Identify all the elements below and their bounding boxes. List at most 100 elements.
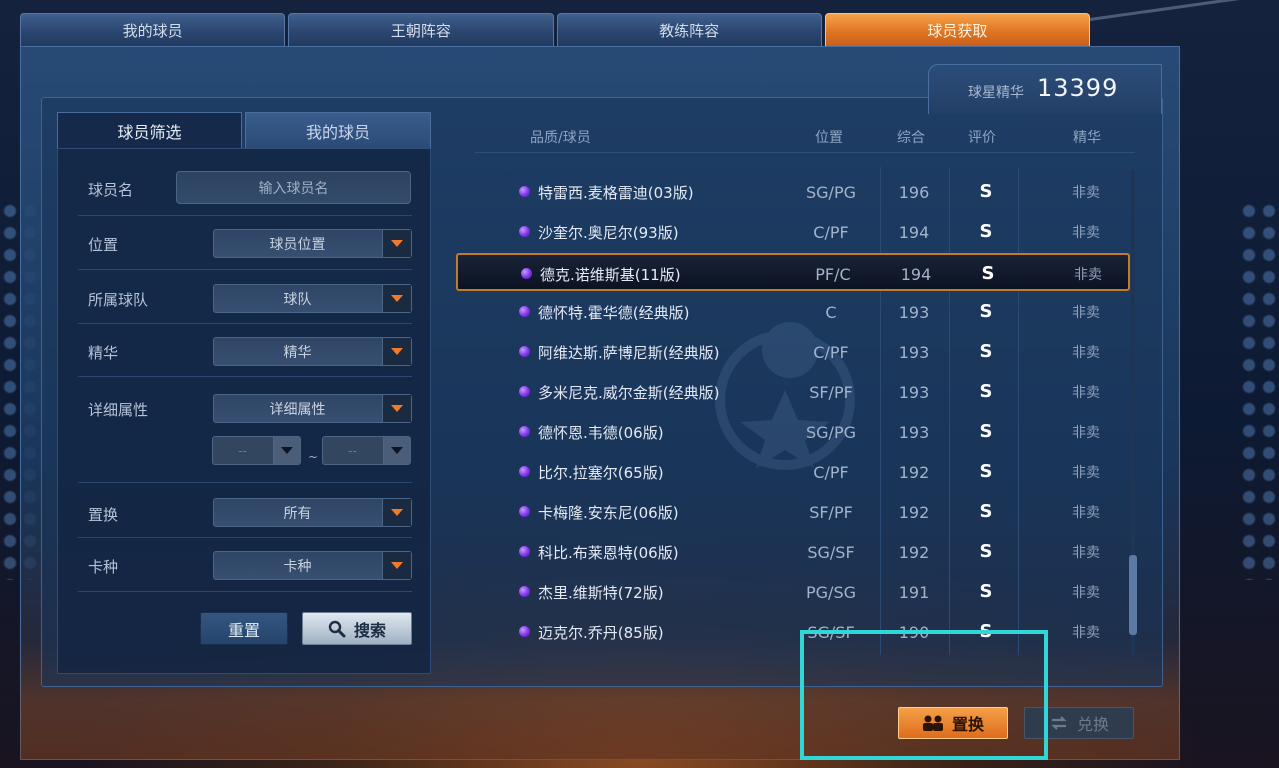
table-row[interactable]: 比尔.拉塞尔(65版) C/PF 192 S 非卖 <box>456 453 1130 491</box>
player-name: 阿维达斯.萨博尼斯(经典版) <box>538 344 720 362</box>
chevron-down-icon[interactable] <box>382 230 411 257</box>
scrollbar-thumb[interactable] <box>1129 555 1137 635</box>
player-name: 比尔.拉塞尔(65版) <box>538 464 664 482</box>
header-essence: 精华 <box>1073 130 1101 146</box>
player-overall: 193 <box>898 383 930 402</box>
attribute-min-value: -- <box>238 443 247 458</box>
table-row[interactable]: 多米尼克.威尔金斯(经典版) SF/PF 193 S 非卖 <box>456 373 1130 411</box>
range-separator: ~ <box>308 450 319 464</box>
player-rating: S <box>979 541 993 562</box>
header-divider <box>475 152 1135 153</box>
player-overall: 193 <box>898 423 930 442</box>
replace-dropdown[interactable]: 所有 <box>213 498 412 527</box>
player-position: SG/PG <box>806 183 856 202</box>
player-rating: S <box>979 461 993 482</box>
search-button[interactable]: 搜索 <box>302 612 412 645</box>
table-row[interactable]: 科比.布莱恩特(06版) SG/SF 192 S 非卖 <box>456 533 1130 571</box>
player-name-input[interactable]: 输入球员名 <box>176 171 411 204</box>
player-essence: 非卖 <box>1074 267 1102 283</box>
chevron-down-icon[interactable] <box>382 285 411 312</box>
tab-my-players[interactable]: 我的球员 <box>20 13 286 46</box>
replace-dropdown-value: 所有 <box>283 505 312 522</box>
chevron-down-icon[interactable] <box>382 552 411 579</box>
player-rating: S <box>979 501 993 522</box>
player-position: SG/SF <box>807 543 855 562</box>
player-overall: 196 <box>898 183 930 202</box>
exchange-icon <box>1051 716 1067 730</box>
tab-player-acquire[interactable]: 球员获取 <box>824 13 1090 46</box>
attribute-min-dropdown[interactable]: -- <box>212 436 301 465</box>
player-essence: 非卖 <box>1072 345 1100 361</box>
top-tabs: 我的球员 王朝阵容 教练阵容 球员获取 <box>20 13 1090 46</box>
attribute-label: 详细属性 <box>88 401 149 419</box>
chevron-down-icon[interactable] <box>273 437 300 464</box>
tab-my-players-list[interactable]: 我的球员 <box>245 112 431 148</box>
divider <box>78 323 412 324</box>
divider <box>78 269 412 270</box>
header-overall: 综合 <box>897 130 925 146</box>
player-name: 德怀恩.韦德(06版) <box>538 424 664 442</box>
essence-dropdown[interactable]: 精华 <box>213 337 412 366</box>
table-row[interactable]: 特雷西.麦格雷迪(03版) SG/PG 196 S 非卖 <box>456 173 1130 211</box>
quality-dot-icon <box>519 626 530 637</box>
table-row[interactable]: 卡梅隆.安东尼(06版) SF/PF 192 S 非卖 <box>456 493 1130 531</box>
stadium-lights-right <box>1239 200 1279 580</box>
quality-dot-icon <box>519 466 530 477</box>
player-position: C/PF <box>813 223 849 242</box>
table-row[interactable]: 德怀恩.韦德(06版) SG/PG 193 S 非卖 <box>456 413 1130 451</box>
quality-dot-icon <box>519 386 530 397</box>
player-overall: 192 <box>898 463 930 482</box>
essence-dropdown-value: 精华 <box>283 344 312 361</box>
player-essence: 非卖 <box>1072 185 1100 201</box>
player-essence: 非卖 <box>1072 625 1100 641</box>
reset-button[interactable]: 重置 <box>200 612 288 645</box>
chevron-down-icon[interactable] <box>383 437 410 464</box>
header-position: 位置 <box>815 130 843 146</box>
position-dropdown[interactable]: 球员位置 <box>213 229 412 258</box>
player-name: 杰里.维斯特(72版) <box>538 584 664 602</box>
team-dropdown[interactable]: 球队 <box>213 284 412 313</box>
header-quality-player: 品质/球员 <box>530 130 591 146</box>
quality-dot-icon <box>519 186 530 197</box>
chevron-down-icon[interactable] <box>382 338 411 365</box>
tab-coach-lineup[interactable]: 教练阵容 <box>556 13 822 46</box>
chevron-down-icon[interactable] <box>382 499 411 526</box>
player-essence: 非卖 <box>1072 465 1100 481</box>
card-type-label: 卡种 <box>88 558 119 576</box>
player-overall: 191 <box>898 583 930 602</box>
player-name: 德克.诺维斯基(11版) <box>540 266 681 284</box>
player-essence: 非卖 <box>1072 305 1100 321</box>
divider <box>78 376 412 377</box>
table-row[interactable]: 沙奎尔.奥尼尔(93版) C/PF 194 S 非卖 <box>456 213 1130 251</box>
team-dropdown-value: 球队 <box>283 291 312 308</box>
quality-dot-icon <box>521 268 532 279</box>
card-type-dropdown-value: 卡种 <box>283 558 312 575</box>
tab-player-filter[interactable]: 球员筛选 <box>57 112 242 148</box>
divider <box>78 537 412 538</box>
player-position: C/PF <box>813 343 849 362</box>
table-row[interactable]: 德怀特.霍华德(经典版) C 193 S 非卖 <box>456 293 1130 331</box>
table-row[interactable]: 阿维达斯.萨博尼斯(经典版) C/PF 193 S 非卖 <box>456 333 1130 371</box>
player-position: SF/PF <box>809 383 853 402</box>
player-overall: 193 <box>898 303 930 322</box>
table-row[interactable]: 杰里.维斯特(72版) PG/SG 191 S 非卖 <box>456 573 1130 611</box>
header-rating: 评价 <box>968 130 996 146</box>
tab-dynasty-lineup[interactable]: 王朝阵容 <box>288 13 554 46</box>
player-overall: 194 <box>900 265 932 284</box>
position-label: 位置 <box>88 236 119 254</box>
team-label: 所属球队 <box>88 291 149 309</box>
player-overall: 192 <box>898 503 930 522</box>
player-rating: S <box>979 221 993 242</box>
card-type-dropdown[interactable]: 卡种 <box>213 551 412 580</box>
attribute-max-dropdown[interactable]: -- <box>322 436 411 465</box>
attribute-dropdown[interactable]: 详细属性 <box>213 394 412 423</box>
player-rating: S <box>981 263 995 284</box>
position-dropdown-value: 球员位置 <box>269 236 326 253</box>
player-rating: S <box>979 381 993 402</box>
divider <box>78 482 412 483</box>
chevron-down-icon[interactable] <box>382 395 411 422</box>
quality-dot-icon <box>519 546 530 557</box>
attribute-max-value: -- <box>348 443 357 458</box>
player-essence: 非卖 <box>1072 385 1100 401</box>
table-row[interactable]: 德克.诺维斯基(11版) PF/C 194 S 非卖 <box>456 253 1130 291</box>
